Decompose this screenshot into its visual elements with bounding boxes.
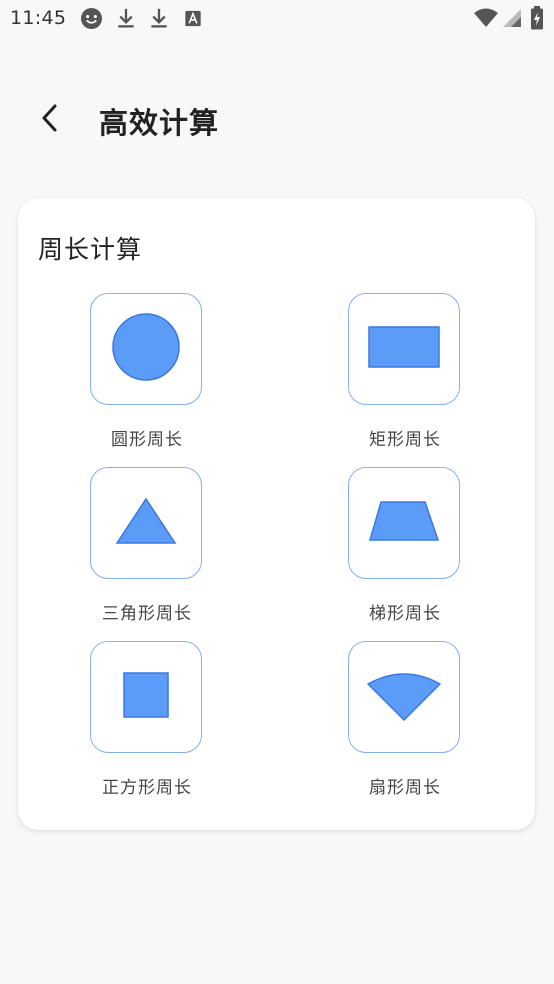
back-button[interactable] <box>30 102 70 138</box>
trapezoid-icon <box>368 500 440 546</box>
chevron-left-icon <box>40 103 60 137</box>
signal-icon <box>502 8 522 32</box>
shape-label: 矩形周长 <box>369 430 441 450</box>
shape-label: 扇形周长 <box>369 778 441 798</box>
rectangle-icon <box>368 326 440 372</box>
shape-label: 正方形周长 <box>102 778 192 798</box>
status-time: 11:45 <box>10 7 67 29</box>
shape-label: 梯形周长 <box>369 604 441 624</box>
circle-perimeter-item[interactable]: 圆形周长 <box>77 293 217 453</box>
shape-label: 三角形周长 <box>102 604 192 624</box>
shape-box[interactable] <box>90 293 202 405</box>
download-icon <box>116 7 136 34</box>
status-bar: 11:45 <box>0 0 554 36</box>
font-icon <box>183 7 203 34</box>
download-icon <box>149 7 169 34</box>
shape-box[interactable] <box>348 293 460 405</box>
circle-icon <box>111 312 181 386</box>
trapezoid-perimeter-item[interactable]: 梯形周长 <box>335 467 475 627</box>
triangle-perimeter-item[interactable]: 三角形周长 <box>77 467 217 627</box>
square-perimeter-item[interactable]: 正方形周长 <box>77 641 217 801</box>
sector-icon <box>366 668 442 726</box>
square-icon <box>122 671 170 723</box>
battery-icon <box>530 6 544 34</box>
shape-box[interactable] <box>348 467 460 579</box>
perimeter-card: 周长计算 圆形周长 矩形周长 三角形周长 梯形周长 正方形周长 扇形周长 <box>18 198 535 830</box>
shape-box[interactable] <box>90 467 202 579</box>
rectangle-perimeter-item[interactable]: 矩形周长 <box>335 293 475 453</box>
sector-perimeter-item[interactable]: 扇形周长 <box>335 641 475 801</box>
shape-box[interactable] <box>348 641 460 753</box>
shape-label: 圆形周长 <box>111 430 183 450</box>
triangle-icon <box>115 497 177 549</box>
shape-box[interactable] <box>90 641 202 753</box>
page-title: 高效计算 <box>99 106 220 140</box>
toolbar: 高效计算 <box>0 88 554 152</box>
wifi-icon <box>473 8 499 32</box>
card-title: 周长计算 <box>38 235 143 264</box>
emoji-icon <box>80 7 103 34</box>
